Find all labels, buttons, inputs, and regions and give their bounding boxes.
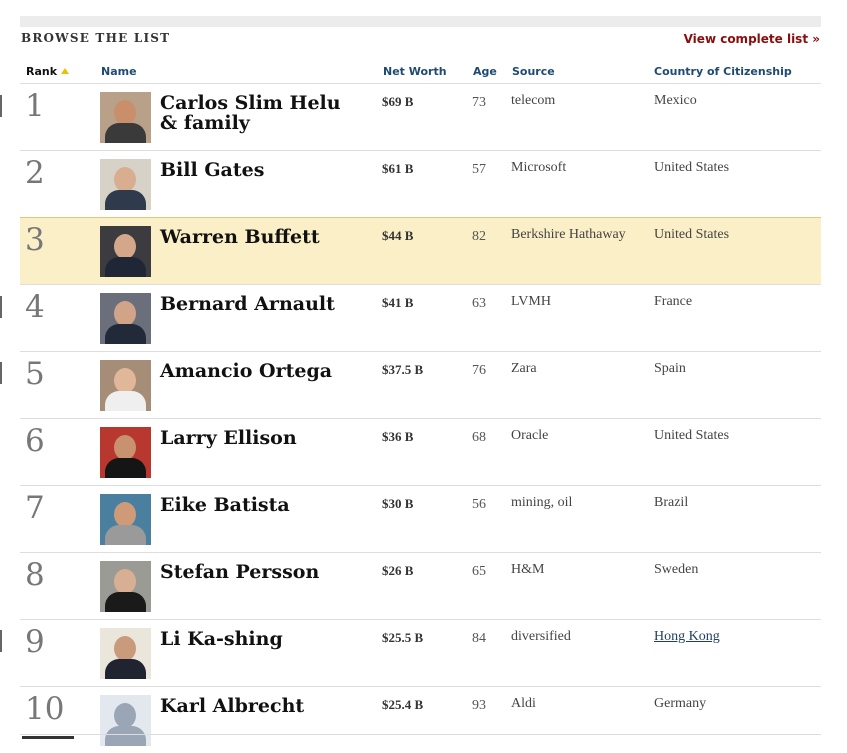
table-row[interactable]: 10 Karl Albrecht $25.4 B 93 Aldi Germany — [20, 686, 821, 753]
age: 65 — [472, 564, 486, 579]
column-header-rank[interactable]: Rank — [26, 65, 70, 78]
net-worth: $41 B — [382, 295, 414, 310]
age: 57 — [472, 162, 486, 177]
source: Berkshire Hathaway — [511, 227, 626, 242]
person-photo[interactable] — [100, 92, 151, 143]
net-worth: $25.5 B — [382, 630, 424, 645]
person-photo[interactable] — [100, 159, 151, 210]
person-name[interactable]: Larry Ellison — [160, 428, 350, 448]
country: Mexico — [654, 93, 697, 108]
age: 84 — [472, 631, 486, 646]
rank-number: 6 — [25, 423, 45, 459]
age: 63 — [472, 296, 486, 311]
person-photo[interactable] — [100, 494, 151, 545]
country-link[interactable]: Hong Kong — [654, 629, 720, 645]
age: 76 — [472, 363, 486, 378]
table-row[interactable]: 4 Bernard Arnault $41 B 63 LVMH France — [20, 284, 821, 351]
sort-ascending-icon — [61, 68, 70, 74]
person-photo[interactable] — [100, 293, 151, 344]
source: H&M — [511, 562, 545, 577]
person-photo[interactable] — [100, 427, 151, 478]
column-header-name[interactable]: Name — [101, 65, 137, 78]
rank-number: 8 — [25, 557, 45, 593]
column-header-rank-label: Rank — [26, 65, 58, 78]
rank-number: 2 — [25, 155, 45, 191]
table-row[interactable]: 2 Bill Gates $61 B 57 Microsoft United S… — [20, 150, 821, 217]
billionaires-table: 1 Carlos Slim Helu & family $69 B 73 tel… — [20, 83, 821, 753]
person-name[interactable]: Eike Batista — [160, 495, 350, 515]
age: 93 — [472, 698, 486, 713]
country: United States — [654, 160, 730, 175]
country: United States — [654, 227, 730, 242]
column-header-net-worth[interactable]: Net Worth — [383, 65, 447, 78]
person-photo[interactable] — [100, 628, 151, 679]
table-row[interactable]: 5 Amancio Ortega $37.5 B 76 Zara Spain — [20, 351, 821, 418]
rank-number: 3 — [25, 222, 45, 258]
top-bar — [20, 16, 821, 27]
column-header-age[interactable]: Age — [473, 65, 497, 78]
net-worth: $37.5 B — [382, 362, 424, 377]
rank-number: 7 — [25, 490, 45, 526]
age: 82 — [472, 229, 486, 244]
view-complete-list-link[interactable]: View complete list » — [684, 32, 820, 46]
table-row[interactable]: 1 Carlos Slim Helu & family $69 B 73 tel… — [20, 83, 821, 150]
source: mining, oil — [511, 495, 573, 510]
person-photo[interactable] — [100, 226, 151, 277]
net-worth: $69 B — [382, 94, 414, 109]
net-worth: $25.4 B — [382, 697, 424, 712]
rank-number: 9 — [25, 624, 45, 660]
person-name[interactable]: Karl Albrecht — [160, 696, 350, 716]
country: France — [654, 294, 693, 309]
table-row[interactable]: 9 Li Ka-shing $25.5 B 84 diversified Hon… — [20, 619, 821, 686]
person-name[interactable]: Carlos Slim Helu & family — [160, 93, 350, 133]
source: telecom — [511, 93, 556, 108]
rank-number: 1 — [25, 88, 45, 124]
person-photo[interactable] — [100, 360, 151, 411]
person-name[interactable]: Warren Buffett — [160, 227, 350, 247]
country: Sweden — [654, 562, 699, 577]
table-row-highlighted[interactable]: 3 Warren Buffett $44 B 82 Berkshire Hath… — [20, 217, 821, 284]
table-row[interactable]: 6 Larry Ellison $36 B 68 Oracle United S… — [20, 418, 821, 485]
source: diversified — [511, 629, 571, 644]
age: 68 — [472, 430, 486, 445]
rank-number: 4 — [25, 289, 45, 325]
net-worth: $44 B — [382, 228, 414, 243]
source: Microsoft — [511, 160, 567, 175]
person-name[interactable]: Stefan Persson — [160, 562, 350, 582]
country: Spain — [654, 361, 686, 376]
source: Aldi — [511, 696, 536, 711]
person-photo[interactable] — [100, 561, 151, 612]
net-worth: $26 B — [382, 563, 414, 578]
person-photo-placeholder[interactable] — [100, 695, 151, 746]
column-header-country[interactable]: Country of Citizenship — [654, 65, 792, 78]
table-row[interactable]: 8 Stefan Persson $26 B 65 H&M Sweden — [20, 552, 821, 619]
table-row[interactable]: 7 Eike Batista $30 B 56 mining, oil Braz… — [20, 485, 821, 552]
net-worth: $36 B — [382, 429, 414, 444]
section-title: BROWSE THE LIST — [21, 31, 171, 45]
source: LVMH — [511, 294, 551, 309]
person-name[interactable]: Bill Gates — [160, 160, 350, 180]
column-header-source[interactable]: Source — [512, 65, 555, 78]
rank-number: 5 — [25, 356, 45, 392]
source: Oracle — [511, 428, 549, 443]
rank-number: 10 — [25, 691, 65, 727]
country: United States — [654, 428, 730, 443]
left-edge-marks — [0, 0, 4, 739]
net-worth: $30 B — [382, 496, 414, 511]
country: Germany — [654, 696, 707, 711]
age: 56 — [472, 497, 486, 512]
table-bottom-divider — [20, 734, 821, 735]
person-name[interactable]: Li Ka-shing — [160, 629, 350, 649]
person-name[interactable]: Amancio Ortega — [160, 361, 350, 381]
net-worth: $61 B — [382, 161, 414, 176]
country: Brazil — [654, 495, 689, 510]
person-name[interactable]: Bernard Arnault — [160, 294, 350, 314]
source: Zara — [511, 361, 537, 376]
age: 73 — [472, 95, 486, 110]
